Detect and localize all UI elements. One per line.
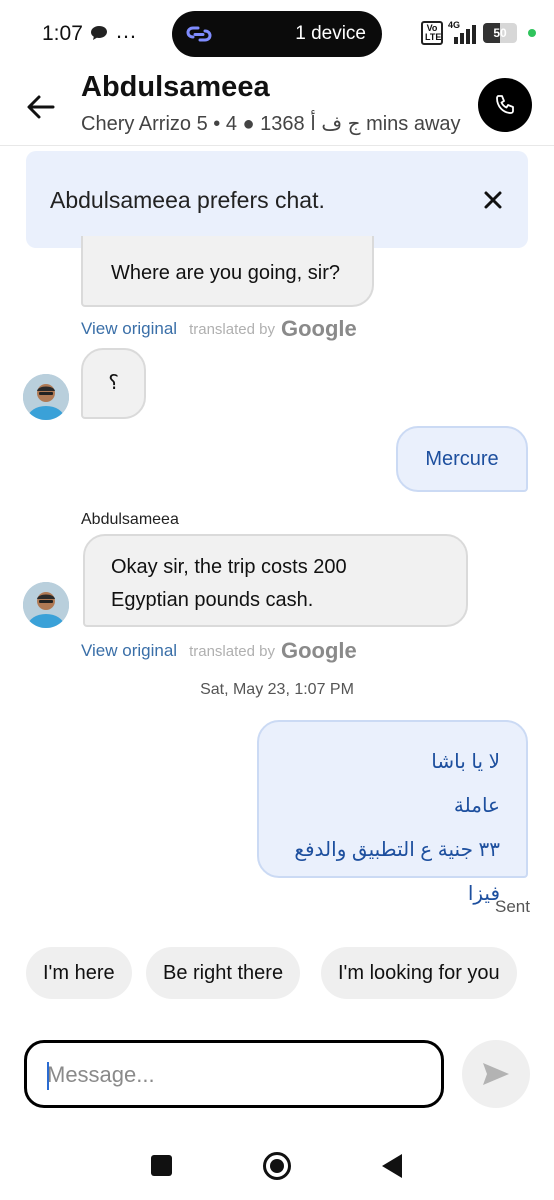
vehicle-info: Chery Arrizo 5 • 4 ● 1368 ج ف أ mins awa… [81, 113, 461, 135]
translated-by-label: translated by [189, 642, 275, 660]
banner-text: Abdulsameea prefers chat. [50, 187, 325, 213]
quick-reply-chip[interactable]: I'm looking for you [321, 947, 517, 999]
battery-icon: 50 [483, 23, 517, 43]
message-line: عاملة [453, 795, 500, 817]
avatar[interactable] [23, 582, 69, 628]
quick-reply-chip[interactable]: I'm here [26, 947, 132, 999]
message-input[interactable] [47, 1053, 427, 1097]
driver-name: Abdulsameea [81, 71, 270, 103]
prefers-chat-banner: Abdulsameea prefers chat. [26, 151, 528, 248]
message-text: Where are you going, sir? [111, 262, 341, 284]
message-line: Egyptian pounds cash. [111, 589, 314, 611]
system-nav-bar [0, 1130, 554, 1200]
battery-level: 50 [493, 26, 507, 40]
message-line: لا يا باشا [431, 751, 500, 773]
timestamp: Sat, May 23, 1:07 PM [200, 681, 354, 698]
view-original-link[interactable]: View original [81, 641, 177, 661]
outgoing-message[interactable]: Mercure [396, 426, 528, 492]
signal-icon: 4G [448, 20, 478, 44]
status-time: 1:07 [42, 22, 83, 45]
home-icon[interactable] [262, 1151, 292, 1181]
outgoing-message[interactable]: لا يا باشا عاملة ٣٣ جنية ع التطبيق والدف… [257, 720, 528, 905]
more-notifications-icon: … [115, 18, 138, 43]
call-button[interactable] [478, 78, 532, 132]
driver-photo [23, 374, 69, 420]
phone-icon [496, 95, 514, 114]
message-text: Mercure [425, 448, 499, 470]
google-logo: Google [280, 316, 357, 341]
close-icon[interactable] [478, 185, 508, 215]
network-type-label: 4G [448, 20, 461, 30]
view-original-link[interactable]: View original [81, 319, 177, 339]
translated-by-label: translated by [189, 320, 275, 338]
message-input-box[interactable] [24, 1040, 444, 1108]
translation-row: View original translated by Google [81, 638, 357, 664]
nav-back-icon[interactable] [380, 1152, 404, 1180]
chat-header: Abdulsameea Chery Arrizo 5 • 4 ● 1368 ج … [0, 68, 554, 146]
message-text: ؟ [108, 372, 119, 394]
back-arrow-icon[interactable] [24, 90, 58, 124]
privacy-indicator-dot [528, 29, 536, 37]
avatar[interactable] [23, 374, 69, 420]
quick-replies: I'm here Be right there I'm looking for … [26, 947, 554, 999]
sender-name: Abdulsameea [81, 511, 179, 528]
translation-row: View original translated by Google [81, 316, 357, 342]
send-button[interactable] [462, 1040, 530, 1108]
device-count-label: 1 device [295, 23, 366, 44]
incoming-message[interactable]: ؟ [81, 348, 146, 419]
incoming-message[interactable]: Where are you going, sir? [81, 236, 374, 307]
incoming-message[interactable]: Okay sir, the trip costs 200 Egyptian po… [83, 534, 468, 627]
volte-icon: Vo LTE [421, 21, 443, 45]
message-line: Okay sir, the trip costs 200 [111, 556, 347, 578]
system-icons: Vo LTE 4G 50 [421, 20, 536, 46]
chat-notification-icon [90, 25, 108, 46]
text-cursor [47, 1062, 49, 1090]
driver-photo [23, 582, 69, 628]
quick-reply-chip[interactable]: Be right there [146, 947, 301, 999]
google-logo: Google [280, 638, 357, 663]
send-icon [483, 1063, 509, 1085]
message-status: Sent [495, 897, 530, 916]
status-bar: 1:07 … 1 device Vo LTE 4G 50 [0, 0, 554, 68]
link-icon [186, 26, 212, 42]
message-line: ٣٣ جنية ع التطبيق والدفع فيزا [294, 839, 500, 905]
device-connection-pill[interactable]: 1 device [172, 11, 382, 57]
recents-icon[interactable] [151, 1155, 172, 1176]
